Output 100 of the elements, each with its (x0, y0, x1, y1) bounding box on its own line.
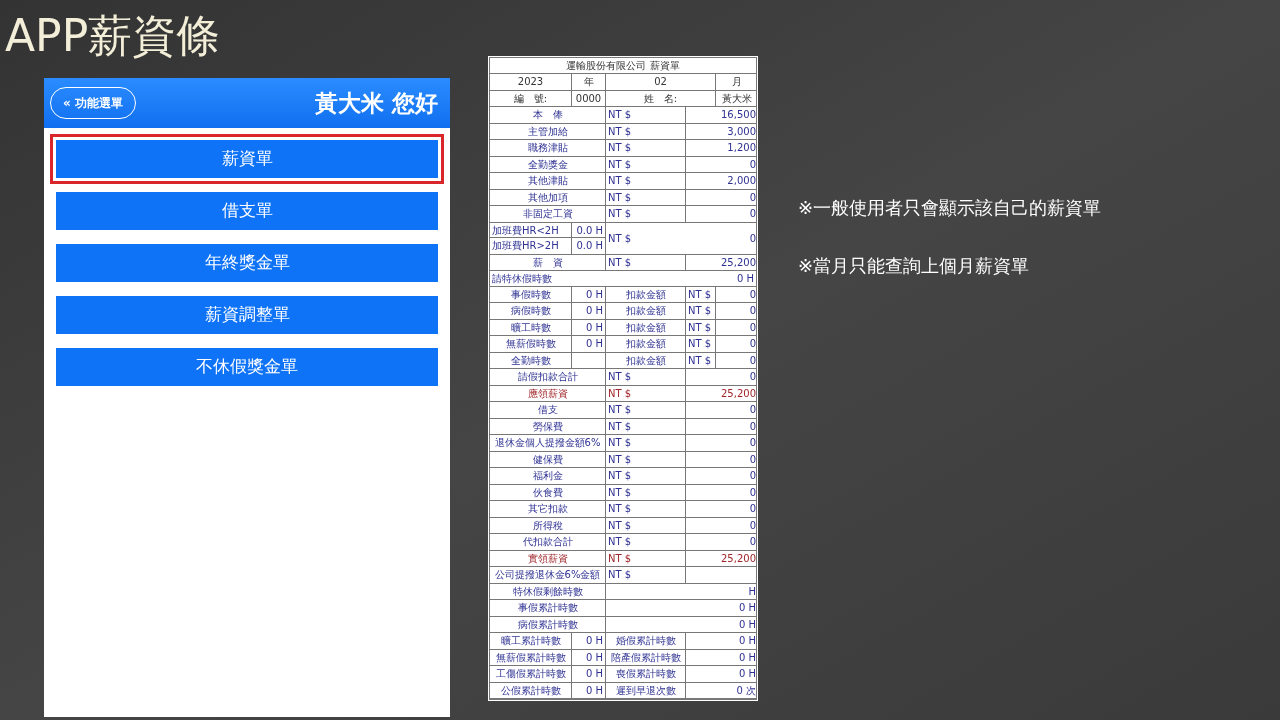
table-cell: 喪假累計時數 (606, 666, 686, 682)
table-cell: NT $ (686, 352, 716, 368)
greeting: 黃大米 您好 (315, 88, 438, 118)
table-cell: NT $ (606, 468, 686, 484)
table-cell: 全勤獎金 (490, 156, 606, 172)
table-cell: 扣款金額 (606, 352, 686, 368)
table-cell: NT $ (686, 336, 716, 352)
table-cell: 其他加項 (490, 189, 606, 205)
table-cell: NT $ (606, 402, 686, 418)
table-cell: 退休金個人提撥金額6% (490, 435, 606, 451)
table-cell: 陪產假累計時數 (606, 649, 686, 665)
table-cell: 本 俸 (490, 107, 606, 123)
note-text: ※當月只能查詢上個月薪資單 (798, 254, 1031, 278)
table-cell: 薪 資 (490, 254, 606, 270)
table-cell: NT $ (606, 534, 686, 550)
table-cell: 事假時數 (490, 286, 572, 302)
table-cell-text: 0 (748, 518, 757, 533)
row-label: 請特休假時數 (492, 272, 552, 286)
table-cell-text: 0 (748, 337, 757, 351)
table-cell: NT $ (606, 140, 686, 156)
table-cell-text: H (747, 584, 757, 599)
table-cell: 0 H (572, 666, 606, 682)
table-cell: 工傷假累計時數 (490, 666, 572, 682)
table-cell: 所得稅 (490, 517, 606, 533)
table-cell: 0.0 H (572, 222, 606, 238)
table-cell: 0 H (572, 682, 606, 698)
table-cell: NT $ (606, 567, 686, 583)
note-text: ※一般使用者只會顯示該自己的薪資單 (798, 196, 1102, 220)
table-cell: 無薪假累計時數 (490, 649, 572, 665)
table-cell: 0 H (572, 286, 606, 302)
table-cell: 0 H (572, 649, 606, 665)
table-cell-text: 0 (748, 207, 757, 221)
slide-title: APP薪資條 (5, 9, 222, 63)
table-cell: NT $ (606, 156, 686, 172)
table-cell: 0 H (572, 633, 606, 649)
table-cell: 非固定工資 (490, 206, 606, 222)
table-cell: 勞保費 (490, 418, 606, 434)
table-cell: 健保費 (490, 451, 606, 467)
table-cell: 曠工累計時數 (490, 633, 572, 649)
table-cell-text: 0 (748, 502, 757, 516)
table-cell-text: 2,000 (726, 174, 757, 188)
table-cell: 全勤時數 (490, 352, 572, 368)
table-cell: NT $ (606, 369, 686, 385)
table-cell: 其他津貼 (490, 173, 606, 189)
table-cell-text: 0 H (737, 650, 757, 665)
table-cell: NT $ (606, 189, 686, 205)
table-cell-text: 3,000 (726, 124, 757, 139)
table-cell: 事假累計時數 (490, 600, 606, 616)
table-cell: 扣款金額 (606, 319, 686, 335)
table-cell: 公假累計時數 (490, 682, 572, 698)
table-cell-text: 月 (731, 75, 743, 89)
table-cell: NT $ (686, 303, 716, 319)
table-cell-text: 16,500 (720, 108, 757, 122)
table-cell-text: 0 H (737, 617, 757, 632)
table-cell: 加班費HR<2H (490, 222, 572, 238)
table-cell-text: 0 H (737, 634, 757, 648)
table-cell-text: 0 (748, 403, 757, 417)
table-cell: 主管加給 (490, 123, 606, 139)
table-cell: 0 H (572, 303, 606, 319)
menu-button[interactable]: 薪資單 (50, 134, 444, 184)
table-cell-text: 0 (748, 320, 757, 335)
table-cell: NT $ (606, 435, 686, 451)
table-cell: 加班費HR>2H (490, 238, 572, 254)
table-cell-text: 0 (748, 452, 757, 467)
table-cell: NT $ (606, 550, 686, 566)
table-cell-text: 0 (748, 485, 757, 500)
table-cell-text: 0 (748, 287, 757, 302)
table-cell: 編 號: (490, 90, 572, 106)
table-cell: 扣款金額 (606, 286, 686, 302)
table-cell: 無薪假時數 (490, 336, 572, 352)
table-cell: 0 H (572, 319, 606, 335)
table-cell-text: 0 (748, 436, 757, 450)
table-cell: 病假累計時數 (490, 616, 606, 632)
table-cell: NT $ (686, 319, 716, 335)
table-cell: 0 H (572, 336, 606, 352)
table-cell-text: 25,200 (720, 386, 757, 401)
table-cell: 借支 (490, 402, 606, 418)
table-cell-text: 0 (748, 419, 757, 434)
table-cell: 婚假累計時數 (606, 633, 686, 649)
table-cell: NT $ (606, 385, 686, 401)
table-cell: 請假扣款合計 (490, 369, 606, 385)
table-cell: 職務津貼 (490, 140, 606, 156)
table-cell-text: 0 (748, 157, 757, 172)
table-cell-text: 黃大米 (721, 91, 753, 106)
table-cell: 實領薪資 (490, 550, 606, 566)
table-cell: 應領薪資 (490, 385, 606, 401)
row-value: 0 H (736, 272, 754, 286)
table-cell: NT $ (606, 254, 686, 270)
table-cell: NT $ (606, 107, 686, 123)
table-cell: 2023 (490, 74, 572, 90)
table-cell-text: 25,200 (720, 551, 757, 566)
table-cell-text: 1,200 (726, 141, 757, 155)
table-title: 運輸股份有限公司 薪資單 (490, 58, 756, 74)
table-cell: 特休假剩餘時數 (490, 583, 606, 599)
table-cell: 扣款金額 (606, 303, 686, 319)
table-cell: NT $ (686, 286, 716, 302)
table-cell: 公司提撥退休金6%金額 (490, 567, 606, 583)
table-cell: NT $ (606, 484, 686, 500)
table-cell-text: 0 (748, 353, 757, 368)
table-cell: 代扣款合計 (490, 534, 606, 550)
